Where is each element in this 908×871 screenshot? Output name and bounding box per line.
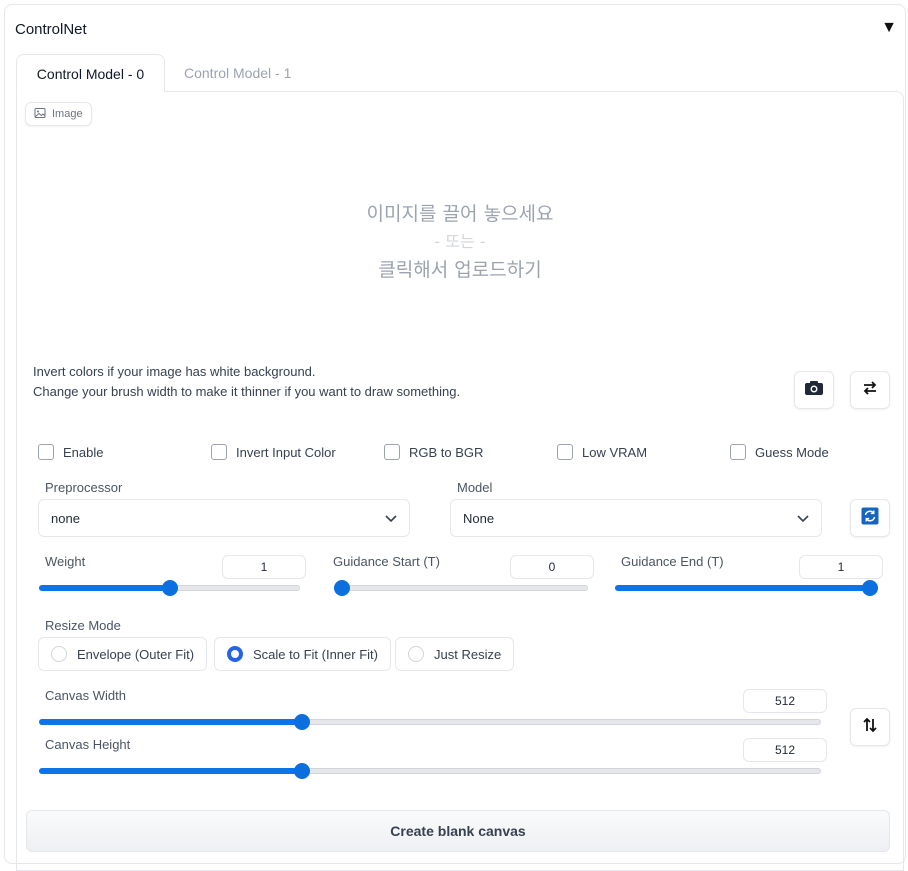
guidance-start-label: Guidance Start (T) <box>333 554 440 569</box>
checkbox-box[interactable] <box>38 444 54 460</box>
guidance-end-input[interactable]: 1 <box>799 555 883 579</box>
slider-track <box>334 585 588 591</box>
checkbox-box[interactable] <box>211 444 227 460</box>
swap-dimensions-button[interactable] <box>850 708 890 746</box>
hint-line-2: Change your brush width to make it thinn… <box>33 384 461 399</box>
radio-just-resize[interactable]: Just Resize <box>395 637 515 671</box>
checkbox-label: Guess Mode <box>755 444 829 460</box>
collapse-triangle-icon[interactable]: ▼ <box>881 19 897 37</box>
image-label-chip: Image <box>25 102 92 126</box>
tab-control-model-1[interactable]: Control Model - 1 <box>168 54 308 92</box>
weight-slider[interactable] <box>39 580 300 596</box>
hint-line-1: Invert colors if your image has white ba… <box>33 364 316 379</box>
radio-envelope-outer-fit[interactable]: Envelope (Outer Fit) <box>38 637 208 671</box>
swap-vertical-icon <box>863 717 877 738</box>
camera-button[interactable] <box>794 371 834 409</box>
checkbox-label: Enable <box>63 444 104 460</box>
slider-fill <box>39 768 302 774</box>
resize-mode-label: Resize Mode <box>45 618 121 633</box>
guidance-start-input[interactable]: 0 <box>510 555 594 579</box>
rgb-to-bgr-checkbox[interactable]: RGB to BGR <box>384 444 483 460</box>
click-upload-text: 클릭해서 업로드하기 <box>378 259 542 281</box>
model-value: None <box>463 510 495 526</box>
preprocessor-label: Preprocessor <box>45 480 123 495</box>
guidance-end-slider[interactable] <box>615 580 878 596</box>
chevron-down-icon <box>797 511 809 526</box>
slider-thumb[interactable] <box>294 763 310 779</box>
or-text: - 또는 - <box>434 232 486 251</box>
weight-label: Weight <box>45 554 86 569</box>
tab-control-model-0[interactable]: Control Model - 0 <box>16 54 165 92</box>
checkbox-label: Low VRAM <box>582 444 648 460</box>
radio-dot[interactable] <box>51 646 67 662</box>
radio-dot[interactable] <box>227 646 243 662</box>
low-vram-checkbox[interactable]: Low VRAM <box>557 444 647 460</box>
radio-label: Just Resize <box>434 646 502 662</box>
hint-text: Invert colors if your image has white ba… <box>33 362 460 402</box>
model-label: Model <box>457 480 493 495</box>
model-select[interactable]: None <box>450 499 822 537</box>
canvas-width-slider[interactable] <box>39 714 821 730</box>
swap-colors-button[interactable] <box>850 371 890 409</box>
slider-thumb[interactable] <box>162 580 178 596</box>
refresh-icon <box>861 507 879 530</box>
slider-thumb[interactable] <box>334 580 350 596</box>
camera-icon <box>804 380 824 401</box>
radio-dot[interactable] <box>408 646 424 662</box>
image-icon <box>34 107 46 122</box>
slider-fill <box>39 719 302 725</box>
preprocessor-select[interactable]: none <box>38 499 410 537</box>
radio-label: Envelope (Outer Fit) <box>77 646 195 662</box>
weight-input[interactable]: 1 <box>222 555 306 579</box>
drop-text: 이미지를 끌어 놓으세요 <box>366 203 554 225</box>
canvas-height-label: Canvas Height <box>45 737 131 752</box>
guidance-start-slider[interactable] <box>334 580 588 596</box>
canvas-height-slider[interactable] <box>39 763 821 779</box>
tab-content: Image 이미지를 끌어 놓으세요 - 또는 - 클릭해서 업로드하기 Inv… <box>16 91 904 871</box>
canvas-width-input[interactable]: 512 <box>743 689 827 713</box>
panel-title: ControlNet <box>15 21 87 38</box>
swap-horizontal-icon <box>862 380 878 400</box>
radio-scale-to-fit-inner-fit[interactable]: Scale to Fit (Inner Fit) <box>214 637 391 671</box>
checkbox-label: RGB to BGR <box>409 444 484 460</box>
invert-input-color-checkbox[interactable]: Invert Input Color <box>211 444 336 460</box>
checkbox-box[interactable] <box>730 444 746 460</box>
checkbox-box[interactable] <box>384 444 400 460</box>
guidance-end-label: Guidance End (T) <box>621 554 724 569</box>
controlnet-panel: ControlNet ▼ Control Model - 0 Control M… <box>4 4 906 871</box>
slider-thumb[interactable] <box>862 580 878 596</box>
slider-thumb[interactable] <box>294 714 310 730</box>
chevron-down-icon <box>385 511 397 526</box>
radio-label: Scale to Fit (Inner Fit) <box>253 646 378 662</box>
preprocessor-value: none <box>51 510 80 526</box>
slider-fill <box>615 585 870 591</box>
enable-checkbox[interactable]: Enable <box>38 444 103 460</box>
canvas-height-input[interactable]: 512 <box>743 738 827 762</box>
create-blank-canvas-button[interactable]: Create blank canvas <box>26 810 890 852</box>
slider-fill <box>39 585 170 591</box>
image-chip-label: Image <box>52 108 83 120</box>
checkbox-box[interactable] <box>557 444 573 460</box>
guess-mode-checkbox[interactable]: Guess Mode <box>730 444 829 460</box>
image-dropzone[interactable]: 이미지를 끌어 놓으세요 - 또는 - 클릭해서 업로드하기 <box>17 132 903 362</box>
canvas-width-label: Canvas Width <box>45 688 126 703</box>
refresh-models-button[interactable] <box>850 499 890 537</box>
checkbox-label: Invert Input Color <box>236 444 336 460</box>
